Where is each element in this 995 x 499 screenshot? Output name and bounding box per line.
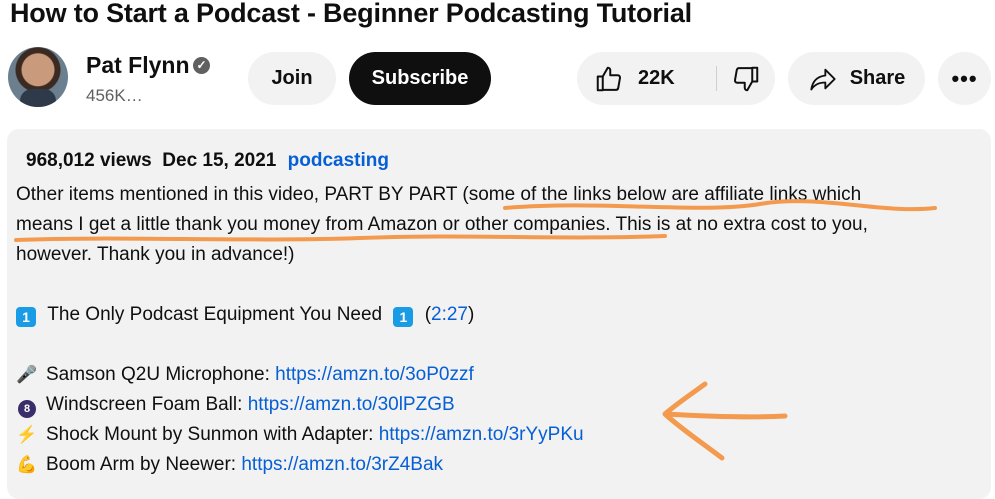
description-meta: 968,012 views Dec 15, 2021 podcasting <box>26 150 389 172</box>
keycap-one-icon: 1 <box>393 307 414 327</box>
item-label: Boom Arm by Neewer: <box>46 454 242 475</box>
view-count: 968,012 views <box>26 150 152 171</box>
lightning-icon: ⚡ <box>16 425 38 444</box>
section-heading: 1 The Only Podcast Equipment You Need 1 … <box>16 304 474 327</box>
join-button[interactable]: Join <box>248 52 336 105</box>
hashtag-link[interactable]: podcasting <box>288 150 389 171</box>
item-label: Windscreen Foam Ball: <box>46 394 248 415</box>
share-label: Share <box>849 67 906 89</box>
item-link[interactable]: https://amzn.to/3rZ4Bak <box>241 454 443 475</box>
verified-badge-icon: ✓ <box>193 57 210 74</box>
list-item: 8 Windscreen Foam Ball: https://amzn.to/3… <box>16 394 455 418</box>
dislike-button[interactable] <box>717 52 775 105</box>
item-link[interactable]: https://amzn.to/30lPZGB <box>248 394 455 415</box>
description-intro-line-3: however. Thank you in advance!) <box>16 244 295 265</box>
eight-ball-icon: 8 <box>18 400 36 418</box>
timestamp-close-paren: ) <box>468 304 475 325</box>
subscriber-count: 456K… <box>86 86 143 105</box>
thumbs-up-icon <box>596 66 622 91</box>
item-label: Shock Mount by Sunmon with Adapter: <box>46 424 379 445</box>
share-button[interactable]: Share <box>788 52 925 105</box>
subscribe-button[interactable]: Subscribe <box>349 52 491 105</box>
more-actions-button[interactable]: ••• <box>938 52 991 105</box>
flexed-biceps-icon: 💪 <box>16 455 38 474</box>
item-link[interactable]: https://amzn.to/3oP0zzf <box>275 364 474 385</box>
microphone-icon: 🎤 <box>16 365 38 384</box>
like-count: 22K <box>638 67 675 89</box>
section-title: The Only Podcast Equipment You Need <box>47 304 383 325</box>
item-label: Samson Q2U Microphone: <box>46 364 276 385</box>
channel-avatar[interactable] <box>8 47 68 107</box>
upload-date: Dec 15, 2021 <box>162 150 277 171</box>
thumbs-down-icon <box>733 66 759 91</box>
timestamp-link[interactable]: 2:27 <box>431 304 468 325</box>
list-item: ⚡ Shock Mount by Sunmon with Adapter: htt… <box>16 424 584 446</box>
list-item: 🎤 Samson Q2U Microphone: https://amzn.to/… <box>16 364 474 386</box>
description-intro-line-2: means I get a little thank you money fro… <box>16 214 868 235</box>
channel-name[interactable]: Pat Flynn <box>86 52 190 79</box>
like-button[interactable]: 22K <box>577 52 716 105</box>
item-link[interactable]: https://amzn.to/3rYyPKu <box>379 424 584 445</box>
description-intro-line-1: Other items mentioned in this video, PAR… <box>16 184 862 205</box>
list-item: 💪 Boom Arm by Neewer: https://amzn.to/3rZ… <box>16 454 443 476</box>
video-title: How to Start a Podcast - Beginner Podcas… <box>10 0 692 28</box>
share-arrow-icon <box>810 68 836 90</box>
keycap-one-icon: 1 <box>16 307 36 327</box>
like-dislike-group: 22K <box>577 52 775 105</box>
